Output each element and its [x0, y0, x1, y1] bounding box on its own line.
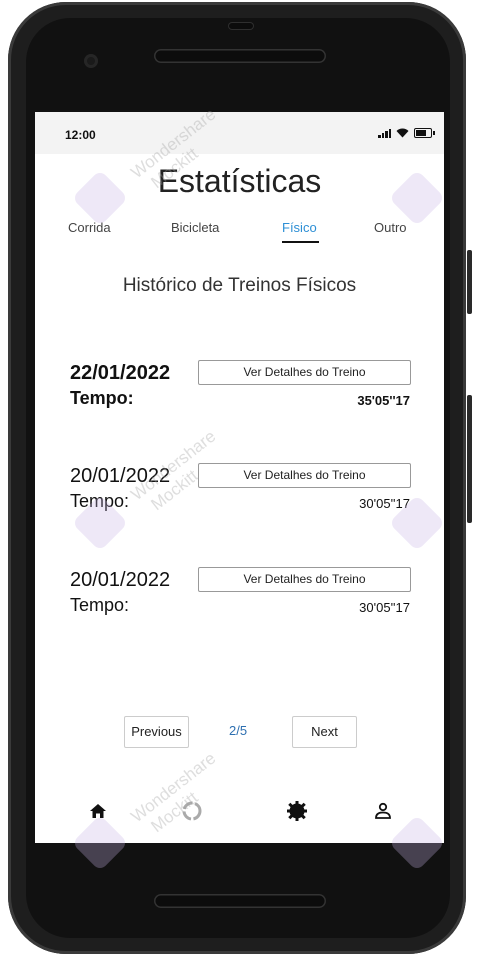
- status-bar: 12:00: [35, 112, 444, 154]
- gear-icon[interactable]: [283, 797, 311, 825]
- loading-icon[interactable]: [178, 797, 206, 825]
- view-details-button[interactable]: Ver Detalhes do Treino: [198, 567, 411, 592]
- bottom-speaker: [154, 894, 326, 908]
- volume-button: [467, 250, 472, 314]
- tab-bicicleta[interactable]: Bicicleta: [171, 220, 219, 235]
- tab-corrida[interactable]: Corrida: [68, 220, 111, 235]
- active-tab-indicator: [282, 241, 319, 243]
- entry-time-value: 30'05''17: [359, 496, 410, 511]
- entry-time-label: Tempo:: [70, 595, 130, 615]
- wifi-icon: [396, 128, 409, 138]
- power-button: [467, 395, 472, 523]
- bottom-nav: [35, 787, 444, 837]
- camera: [84, 54, 98, 68]
- app-screen: 12:00 Estatísticas Corrida Bicicleta Fís…: [35, 112, 444, 843]
- tab-outro[interactable]: Outro: [374, 220, 407, 235]
- next-button[interactable]: Next: [292, 716, 357, 748]
- profile-icon[interactable]: [369, 797, 397, 825]
- page-title: Estatísticas: [157, 163, 322, 199]
- home-icon[interactable]: [84, 797, 112, 825]
- entry-time-label: Tempo:: [70, 388, 134, 408]
- workout-entry: 22/01/2022 Tempo: Ver Detalhes do Treino…: [70, 360, 411, 412]
- signal-icon: [378, 128, 391, 138]
- section-title: Histórico de Treinos Físicos: [122, 275, 357, 296]
- tab-fisico[interactable]: Físico: [282, 220, 317, 235]
- workout-entry: 20/01/2022 Tempo: Ver Detalhes do Treino…: [70, 567, 411, 619]
- view-details-button[interactable]: Ver Detalhes do Treino: [198, 360, 411, 385]
- previous-button[interactable]: Previous: [124, 716, 189, 748]
- entry-date: 20/01/2022: [70, 569, 171, 591]
- entry-time-value: 30'05''17: [359, 600, 410, 615]
- workout-entry: 20/01/2022 Tempo: Ver Detalhes do Treino…: [70, 463, 411, 515]
- entry-date: 20/01/2022: [70, 465, 171, 487]
- page-indicator: 2/5: [229, 723, 248, 738]
- sensor: [228, 22, 254, 30]
- entry-time-label: Tempo:: [70, 491, 130, 511]
- status-icons: [378, 128, 435, 138]
- tab-bar: Corrida Bicicleta Físico Outro: [35, 220, 444, 246]
- entry-date: 22/01/2022: [70, 362, 171, 384]
- status-time: 12:00: [65, 128, 96, 142]
- battery-icon: [414, 128, 435, 138]
- entry-time-value: 35'05''17: [357, 393, 410, 408]
- top-speaker: [154, 49, 326, 63]
- view-details-button[interactable]: Ver Detalhes do Treino: [198, 463, 411, 488]
